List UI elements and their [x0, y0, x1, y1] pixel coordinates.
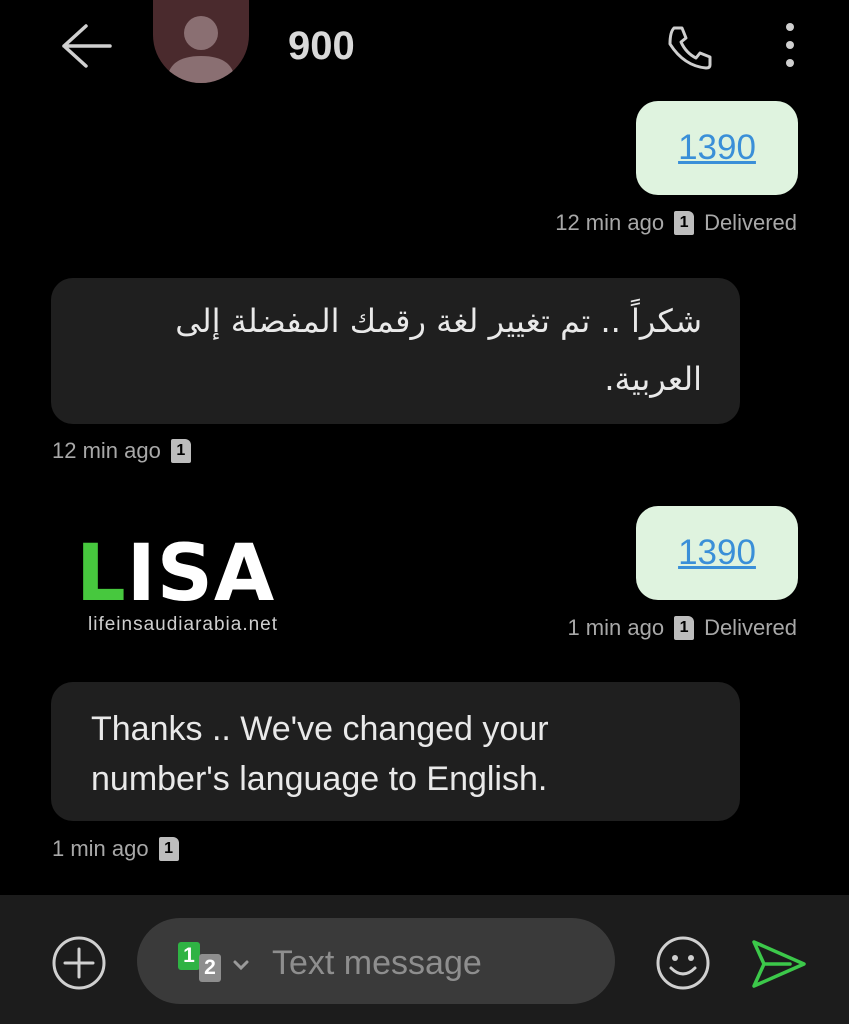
message-text: شكراً .. تم تغيير لغة رقمك المفضلة إلى ا… — [91, 292, 702, 408]
contact-name: 900 — [288, 24, 355, 68]
chevron-down-icon — [233, 960, 249, 971]
phone-icon[interactable] — [664, 22, 716, 70]
message-text-line: شكراً .. تم تغيير لغة رقمك المفضلة إلى — [175, 302, 702, 340]
message-link[interactable]: 1390 — [678, 128, 756, 168]
message-text: Thanks .. We've changed your number's la… — [91, 704, 710, 804]
person-icon — [167, 16, 235, 83]
sim-selector[interactable]: 1 2 — [175, 938, 257, 986]
message-time: 1 min ago — [52, 836, 149, 861]
arrow-left-icon[interactable] — [58, 22, 114, 70]
outgoing-message-bubble[interactable]: 1390 — [636, 506, 798, 600]
incoming-message-bubble[interactable]: Thanks .. We've changed your number's la… — [51, 682, 740, 821]
message-text-line: Thanks .. We've changed your — [91, 710, 549, 748]
sim-card-icon: 1 — [158, 837, 179, 861]
delivery-status: Delivered — [704, 210, 797, 235]
message-time: 12 min ago — [555, 210, 665, 235]
logo-letter: L — [76, 529, 127, 619]
sim-primary-label: 1 — [183, 944, 195, 967]
sim-card-icon: 1 — [674, 616, 695, 640]
message-link[interactable]: 1390 — [678, 533, 756, 573]
send-icon[interactable] — [750, 938, 808, 990]
logo-letters: ISA — [126, 529, 276, 619]
message-text-line: number's language to English. — [91, 760, 548, 798]
message-text-line: العربية. — [604, 360, 702, 398]
message-meta: 1 min ago 1 Delivered — [567, 615, 797, 641]
plus-circle-icon[interactable] — [50, 934, 108, 992]
delivery-status: Delivered — [704, 615, 797, 640]
message-meta: 12 min ago 1 Delivered — [555, 210, 797, 236]
message-meta: 1 min ago 1 — [52, 836, 179, 862]
smiley-icon[interactable] — [654, 934, 712, 992]
message-meta: 12 min ago 1 — [52, 438, 191, 464]
watermark-logo: LISA — [76, 535, 275, 613]
avatar[interactable] — [153, 0, 249, 83]
sim-card-icon: 1 — [674, 211, 695, 235]
incoming-message-bubble[interactable]: شكراً .. تم تغيير لغة رقمك المفضلة إلى ا… — [51, 278, 740, 424]
message-time: 12 min ago — [52, 438, 161, 463]
message-text-input[interactable] — [272, 938, 602, 988]
outgoing-message-bubble[interactable]: 1390 — [636, 101, 798, 195]
sim-secondary-label: 2 — [204, 956, 216, 979]
watermark-url: lifeinsaudiarabia.net — [88, 614, 279, 635]
more-vertical-icon[interactable] — [776, 20, 804, 70]
sim-card-icon: 1 — [170, 439, 191, 463]
message-time: 1 min ago — [567, 615, 665, 640]
